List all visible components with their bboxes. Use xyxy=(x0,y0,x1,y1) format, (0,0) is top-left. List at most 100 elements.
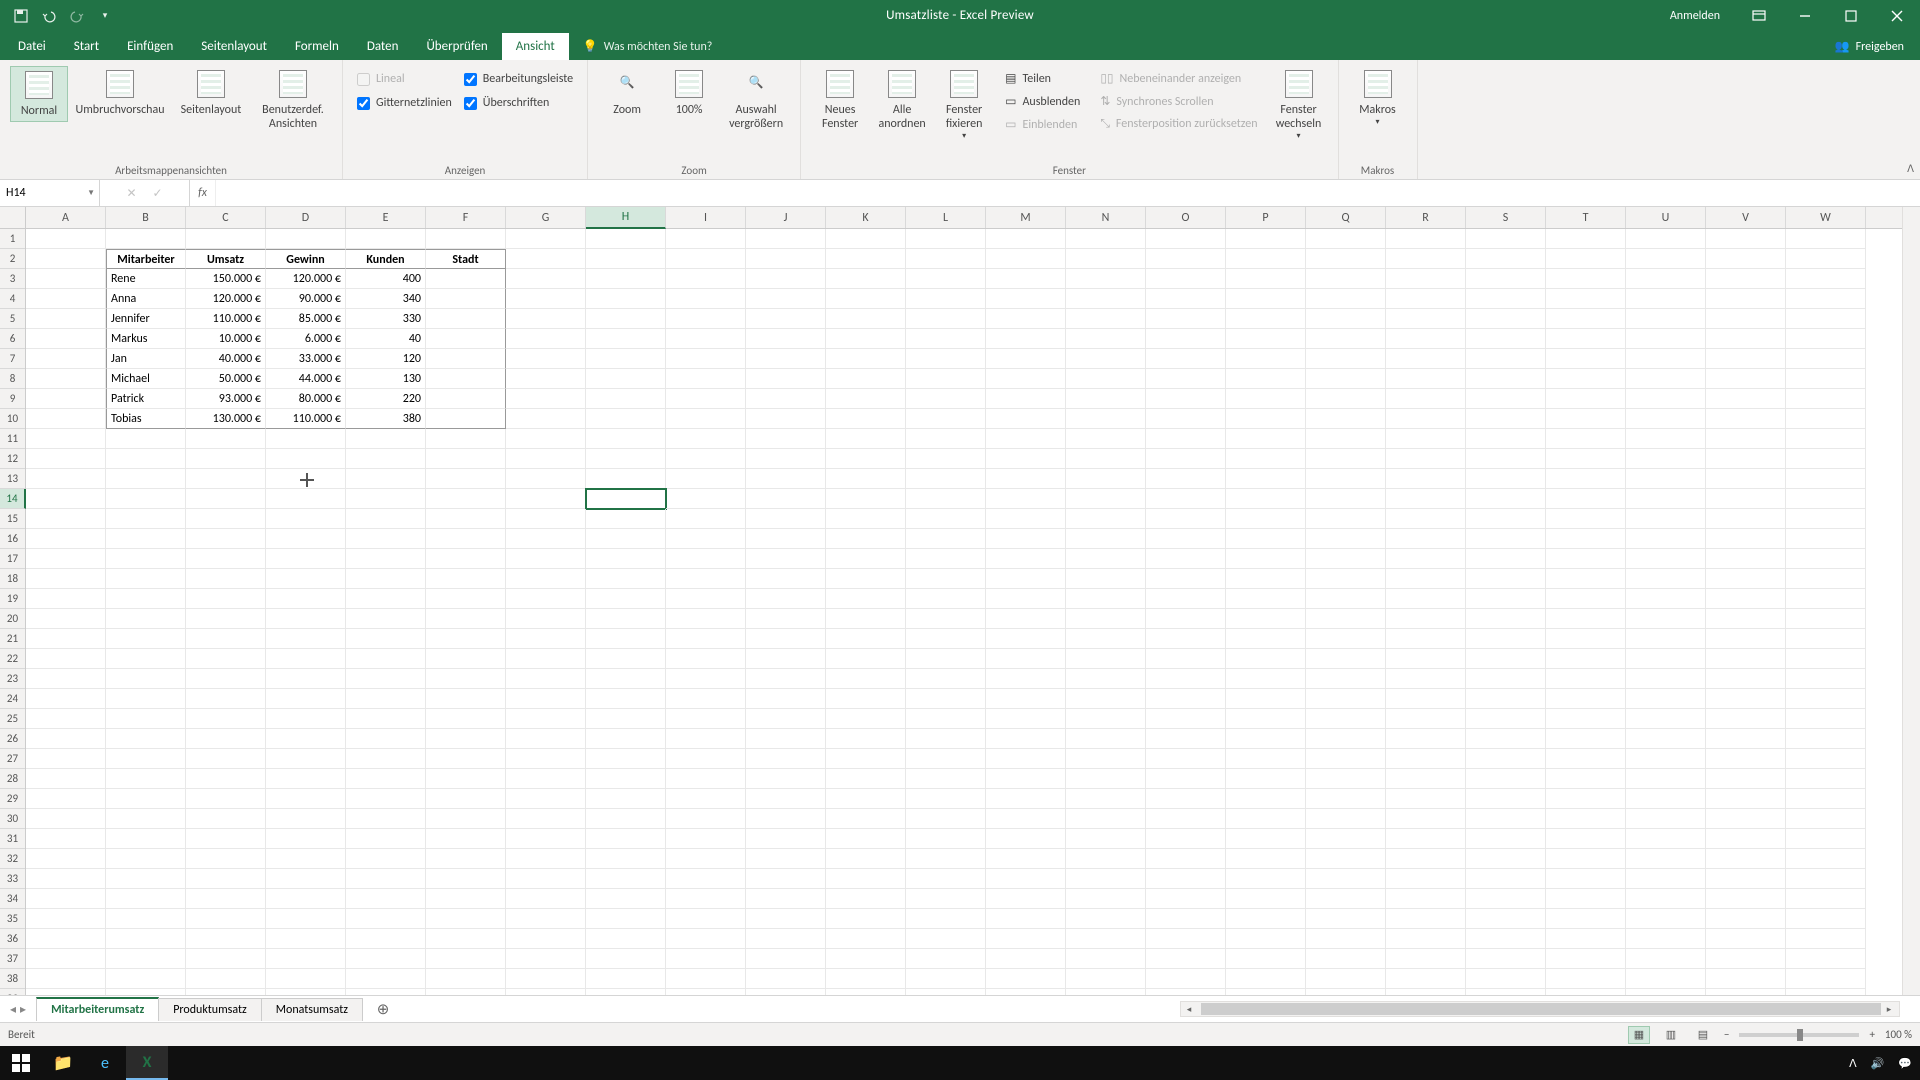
cell-L13[interactable] xyxy=(906,469,986,489)
switch-windows-button[interactable]: Fenster wechseln▾ xyxy=(1270,66,1328,143)
cell-W14[interactable] xyxy=(1786,489,1866,509)
cell-M11[interactable] xyxy=(986,429,1066,449)
cell-V33[interactable] xyxy=(1706,869,1786,889)
cell-K16[interactable] xyxy=(826,529,906,549)
row-header-21[interactable]: 21 xyxy=(0,629,25,649)
cell-H23[interactable] xyxy=(586,669,666,689)
cell-R6[interactable] xyxy=(1386,329,1466,349)
cell-U25[interactable] xyxy=(1626,709,1706,729)
cell-F14[interactable] xyxy=(426,489,506,509)
undo-icon[interactable] xyxy=(36,3,62,29)
cell-F9[interactable] xyxy=(426,389,506,409)
cell-U23[interactable] xyxy=(1626,669,1706,689)
cell-W22[interactable] xyxy=(1786,649,1866,669)
cell-W25[interactable] xyxy=(1786,709,1866,729)
cell-Q20[interactable] xyxy=(1306,609,1386,629)
cell-I26[interactable] xyxy=(666,729,746,749)
cell-L38[interactable] xyxy=(906,969,986,989)
row-header-16[interactable]: 16 xyxy=(0,529,25,549)
cell-H22[interactable] xyxy=(586,649,666,669)
cell-K3[interactable] xyxy=(826,269,906,289)
cell-E29[interactable] xyxy=(346,789,426,809)
cell-H27[interactable] xyxy=(586,749,666,769)
cell-H35[interactable] xyxy=(586,909,666,929)
cell-A17[interactable] xyxy=(26,549,106,569)
cell-W26[interactable] xyxy=(1786,729,1866,749)
cell-C25[interactable] xyxy=(186,709,266,729)
cell-H26[interactable] xyxy=(586,729,666,749)
cell-I32[interactable] xyxy=(666,849,746,869)
cell-I1[interactable] xyxy=(666,229,746,249)
cell-M23[interactable] xyxy=(986,669,1066,689)
cell-P37[interactable] xyxy=(1226,949,1306,969)
cell-K26[interactable] xyxy=(826,729,906,749)
cell-B26[interactable] xyxy=(106,729,186,749)
cell-Q33[interactable] xyxy=(1306,869,1386,889)
cell-B18[interactable] xyxy=(106,569,186,589)
cell-M38[interactable] xyxy=(986,969,1066,989)
spreadsheet-grid[interactable]: ABCDEFGHIJKLMNOPQRSTUVW 1234567891011121… xyxy=(0,207,1920,995)
row-header-4[interactable]: 4 xyxy=(0,289,25,309)
tab-formeln[interactable]: Formeln xyxy=(281,33,353,60)
cell-N3[interactable] xyxy=(1066,269,1146,289)
cell-E1[interactable] xyxy=(346,229,426,249)
cell-E32[interactable] xyxy=(346,849,426,869)
cell-K1[interactable] xyxy=(826,229,906,249)
cell-G19[interactable] xyxy=(506,589,586,609)
cell-G25[interactable] xyxy=(506,709,586,729)
cell-S12[interactable] xyxy=(1466,449,1546,469)
cell-O7[interactable] xyxy=(1146,349,1226,369)
cell-R29[interactable] xyxy=(1386,789,1466,809)
cell-U29[interactable] xyxy=(1626,789,1706,809)
cell-D28[interactable] xyxy=(266,769,346,789)
cell-S19[interactable] xyxy=(1466,589,1546,609)
cell-T23[interactable] xyxy=(1546,669,1626,689)
sheet-nav[interactable]: ◂▸ xyxy=(0,1002,36,1017)
cell-U32[interactable] xyxy=(1626,849,1706,869)
cell-L29[interactable] xyxy=(906,789,986,809)
cell-A20[interactable] xyxy=(26,609,106,629)
cell-R15[interactable] xyxy=(1386,509,1466,529)
cell-R24[interactable] xyxy=(1386,689,1466,709)
cell-T1[interactable] xyxy=(1546,229,1626,249)
cell-U14[interactable] xyxy=(1626,489,1706,509)
cell-G14[interactable] xyxy=(506,489,586,509)
cell-V12[interactable] xyxy=(1706,449,1786,469)
cell-K30[interactable] xyxy=(826,809,906,829)
cell-M15[interactable] xyxy=(986,509,1066,529)
cell-C28[interactable] xyxy=(186,769,266,789)
cell-O33[interactable] xyxy=(1146,869,1226,889)
cell-O14[interactable] xyxy=(1146,489,1226,509)
cell-B27[interactable] xyxy=(106,749,186,769)
col-header-A[interactable]: A xyxy=(26,207,106,228)
cell-B35[interactable] xyxy=(106,909,186,929)
cell-L28[interactable] xyxy=(906,769,986,789)
cell-E9[interactable]: 220 xyxy=(346,389,426,409)
cell-M20[interactable] xyxy=(986,609,1066,629)
row-header-9[interactable]: 9 xyxy=(0,389,25,409)
chk-bearbeitungsleiste[interactable]: Bearbeitungsleiste xyxy=(464,72,573,86)
cell-U36[interactable] xyxy=(1626,929,1706,949)
cell-W17[interactable] xyxy=(1786,549,1866,569)
new-window-button[interactable]: Neues Fenster xyxy=(811,66,869,134)
cell-I5[interactable] xyxy=(666,309,746,329)
cell-P20[interactable] xyxy=(1226,609,1306,629)
cell-Q2[interactable] xyxy=(1306,249,1386,269)
cell-S10[interactable] xyxy=(1466,409,1546,429)
cell-K18[interactable] xyxy=(826,569,906,589)
cell-K23[interactable] xyxy=(826,669,906,689)
cell-E28[interactable] xyxy=(346,769,426,789)
cell-U18[interactable] xyxy=(1626,569,1706,589)
cell-U7[interactable] xyxy=(1626,349,1706,369)
cell-T30[interactable] xyxy=(1546,809,1626,829)
cell-O1[interactable] xyxy=(1146,229,1226,249)
cell-Q36[interactable] xyxy=(1306,929,1386,949)
cell-P31[interactable] xyxy=(1226,829,1306,849)
cell-F16[interactable] xyxy=(426,529,506,549)
cell-T31[interactable] xyxy=(1546,829,1626,849)
cell-S28[interactable] xyxy=(1466,769,1546,789)
cell-P17[interactable] xyxy=(1226,549,1306,569)
cell-Q25[interactable] xyxy=(1306,709,1386,729)
cell-P10[interactable] xyxy=(1226,409,1306,429)
select-all-corner[interactable] xyxy=(0,207,26,229)
